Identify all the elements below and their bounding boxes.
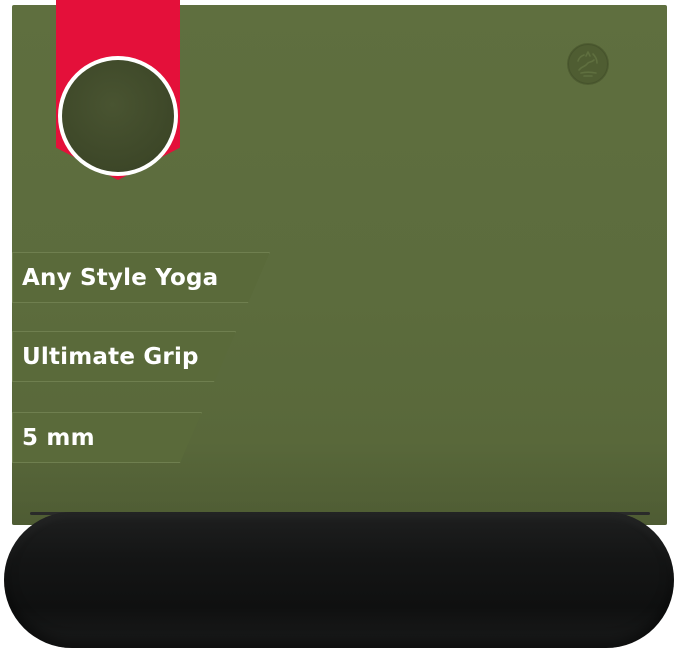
mat-roll [4, 512, 674, 648]
feature-label: Ultimate Grip [22, 343, 199, 370]
feature-label: Any Style Yoga [22, 264, 219, 291]
feature-tag-grip: Ultimate Grip [12, 331, 236, 382]
feature-tag-thickness: 5 mm [12, 412, 202, 463]
feature-tag-any-style: Any Style Yoga [12, 252, 270, 303]
product-image: Any Style Yoga Ultimate Grip 5 mm [0, 0, 679, 648]
feature-label: 5 mm [22, 424, 95, 451]
lotus-figure-logo-icon [567, 43, 609, 85]
color-swatch [62, 60, 174, 172]
